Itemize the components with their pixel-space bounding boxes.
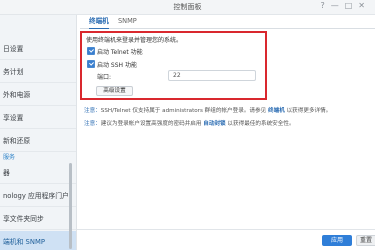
- terminal-description: 使用终端机来登录并管理您的系统。: [86, 37, 183, 44]
- sidebar-item-label: 务计划: [3, 68, 24, 76]
- footer-divider: [77, 229, 375, 230]
- ssh-checkbox[interactable]: [87, 60, 95, 68]
- sidebar-item-label: 新和还原: [3, 137, 31, 145]
- note-text: 以获得最佳的系统安全性。: [225, 121, 295, 127]
- sidebar-item-shared-folder-sync[interactable]: 享文件夹同步: [0, 208, 76, 230]
- ssh-label: 启动 SSH 功能: [97, 62, 137, 69]
- note-text: SSH/Telnet 仅支持属于 administrators 群组的帐户登录。…: [100, 108, 268, 114]
- sidebar-item-sharing[interactable]: 享设置: [0, 107, 76, 129]
- sidebar-item-hardware-power[interactable]: 外和电源: [0, 84, 76, 106]
- note-prefix: 注意：: [84, 121, 101, 127]
- auto-block-link[interactable]: 自动封锁: [203, 121, 225, 127]
- tab-terminal[interactable]: 终端机: [89, 16, 109, 29]
- sidebar-item-label: 日设置: [3, 45, 24, 53]
- apply-button[interactable]: 应用: [322, 235, 352, 246]
- note-security: 注意：建议为登录帐户设置高强度的密码并启用 自动封锁 以获得最佳的系统安全性。: [84, 119, 295, 127]
- help-icon[interactable]: ?: [320, 1, 330, 10]
- sidebar-item-terminal-snmp[interactable]: 端机和 SNMP: [0, 231, 76, 250]
- sidebar-item-label: nology 应用程序门户: [3, 192, 69, 200]
- sidebar-item-label: 享设置: [3, 114, 24, 122]
- sidebar: 日设置 务计划 外和电源 享设置 新和还原 服务 器 nology 应用程序门户…: [0, 15, 77, 250]
- sidebar-item-update-restore[interactable]: 新和还原: [0, 130, 76, 152]
- note-prefix: 注意：: [84, 108, 101, 114]
- sidebar-item-label: 器: [3, 169, 10, 177]
- sidebar-item-task-scheduler[interactable]: 务计划: [0, 61, 76, 83]
- window-title: 控制面板: [173, 3, 202, 11]
- sidebar-item-label: 享文件夹同步: [3, 215, 44, 223]
- note-text: 以获得更多详情。: [284, 108, 332, 114]
- sidebar-scrollbar[interactable]: [69, 163, 72, 249]
- note-text: 建议为登录帐户设置高强度的密码并启用: [100, 121, 204, 127]
- sidebar-item-application-portal[interactable]: nology 应用程序门户: [0, 185, 76, 207]
- terminal-help-link[interactable]: 终端机: [268, 108, 285, 114]
- maximize-icon[interactable]: □: [345, 1, 359, 10]
- reset-button[interactable]: 重置: [356, 235, 375, 246]
- window-controls: ?—□✕: [320, 1, 371, 10]
- sidebar-section-services: 服务: [3, 154, 16, 161]
- sidebar-item-server[interactable]: 器: [0, 162, 76, 184]
- close-icon[interactable]: ✕: [358, 1, 371, 10]
- advanced-settings-button[interactable]: 高级设置: [96, 86, 133, 96]
- title-bar: 控制面板 ?—□✕: [0, 0, 375, 15]
- sidebar-item-label: 端机和 SNMP: [3, 238, 45, 246]
- sidebar-item-label: 外和电源: [3, 91, 31, 99]
- telnet-checkbox[interactable]: [87, 47, 95, 55]
- telnet-label: 启动 Telnet 功能: [97, 49, 143, 56]
- tab-bar: 终端机 SNMP: [80, 15, 375, 29]
- minimize-icon[interactable]: —: [331, 1, 345, 10]
- port-label: 端口:: [97, 74, 112, 81]
- note-ssh-telnet: 注意：SSH/Telnet 仅支持属于 administrators 群组的帐户…: [84, 106, 331, 114]
- tab-snmp[interactable]: SNMP: [118, 16, 137, 28]
- sidebar-item-regional[interactable]: 日设置: [0, 38, 76, 60]
- port-input[interactable]: 22: [168, 70, 256, 81]
